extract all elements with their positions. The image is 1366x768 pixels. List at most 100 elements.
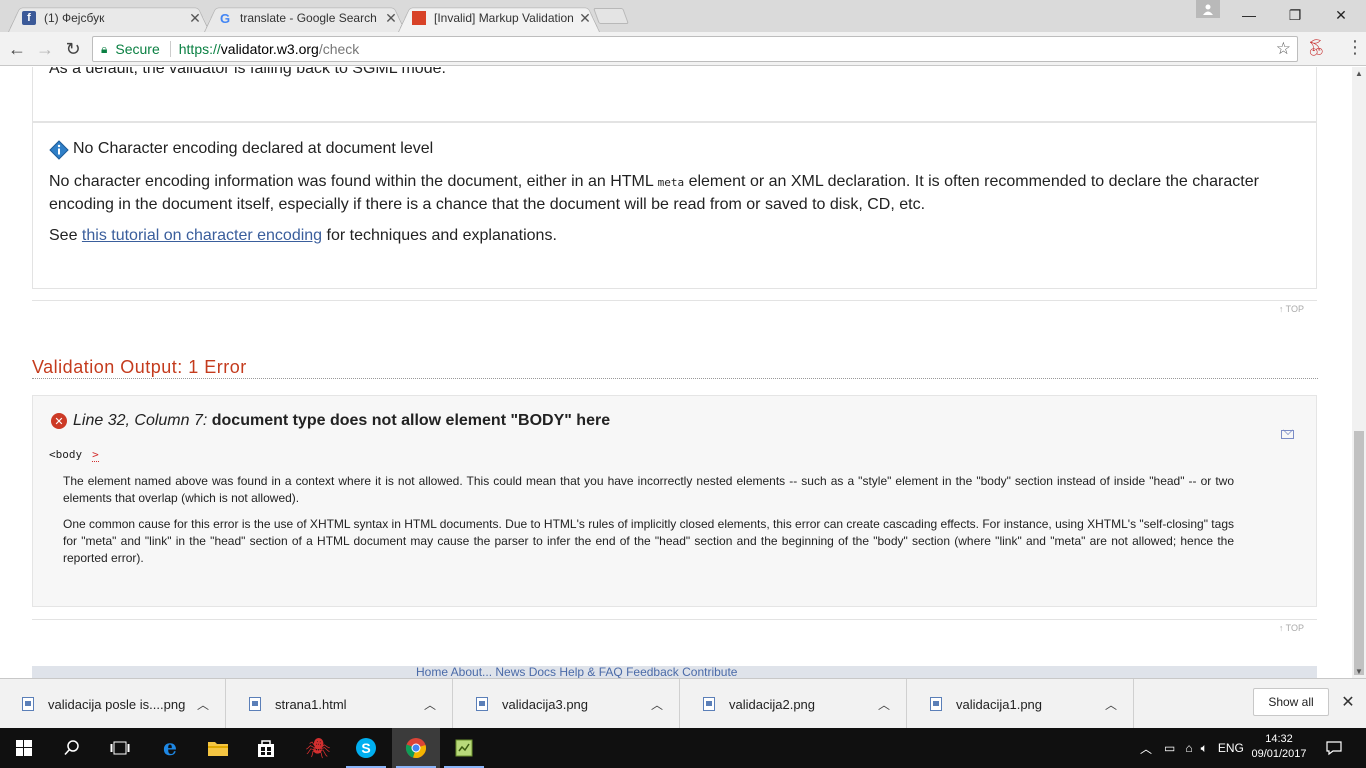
reload-icon[interactable]: ↻ bbox=[62, 38, 84, 60]
search-icon[interactable] bbox=[48, 728, 96, 768]
download-filename: validacija posle is....png bbox=[48, 696, 186, 712]
tutorial-link[interactable]: this tutorial on character encoding bbox=[82, 227, 322, 244]
chevron-up-icon[interactable]: ︿ bbox=[424, 696, 436, 713]
top-link[interactable]: ↑ TOP bbox=[1279, 623, 1304, 633]
task-view-icon[interactable] bbox=[96, 728, 144, 768]
footer-links[interactable]: Home About... News Docs Help & FAQ Feedb… bbox=[32, 666, 1317, 678]
html-file-icon bbox=[249, 697, 261, 711]
chrome-icon[interactable] bbox=[392, 728, 440, 768]
windows-start-icon[interactable] bbox=[0, 728, 48, 768]
image-file-icon bbox=[930, 697, 942, 711]
chevron-up-icon[interactable]: ︿ bbox=[651, 696, 663, 713]
system-tray: ︿ ▭ ⌂ 🔈︎ ENG bbox=[1140, 728, 1244, 768]
error-location: Line 32, Column 7 bbox=[73, 412, 203, 429]
w3c-icon bbox=[412, 11, 426, 25]
google-icon: G bbox=[219, 10, 231, 26]
scrollbar-thumb[interactable] bbox=[1354, 431, 1364, 675]
bookmark-star-icon[interactable]: ☆ bbox=[1276, 39, 1291, 59]
url-path: /check bbox=[318, 41, 360, 57]
error-explanation-2: One common cause for this error is the u… bbox=[63, 517, 1234, 565]
info-box-encoding: No Character encoding declared at docume… bbox=[32, 122, 1317, 289]
scroll-down-icon[interactable]: ▼ bbox=[1355, 667, 1363, 676]
show-all-button[interactable]: Show all bbox=[1253, 688, 1329, 716]
divider bbox=[32, 619, 1317, 620]
image-file-icon bbox=[703, 697, 715, 711]
chevron-up-icon[interactable]: ︿ bbox=[1105, 696, 1117, 713]
download-item[interactable]: validacija3.png ︿ bbox=[454, 679, 680, 729]
tab-google[interactable]: G translate - Google Search ✕ bbox=[204, 4, 406, 32]
tab-title: [Invalid] Markup Validation bbox=[434, 11, 574, 25]
error-icon: ✕ bbox=[51, 413, 67, 429]
notice-text: As a default, the validator is falling b… bbox=[49, 67, 446, 77]
tab-title: translate - Google Search bbox=[240, 11, 377, 25]
restore-button[interactable]: ❐ bbox=[1272, 0, 1318, 30]
error-box: ✕ Line 32, Column 7: document type does … bbox=[32, 395, 1317, 607]
download-item[interactable]: validacija1.png ︿ bbox=[908, 679, 1134, 729]
edge-icon[interactable]: e bbox=[146, 728, 194, 768]
new-tab-button[interactable] bbox=[593, 8, 629, 24]
file-explorer-icon[interactable] bbox=[194, 728, 242, 768]
page-viewport: As a default, the validator is falling b… bbox=[0, 67, 1352, 678]
download-item[interactable]: validacija2.png ︿ bbox=[681, 679, 907, 729]
download-item[interactable]: validacija posle is....png ︿ bbox=[0, 679, 226, 729]
mail-icon[interactable] bbox=[1281, 430, 1294, 439]
notifications-icon[interactable] bbox=[1310, 728, 1358, 768]
footer-nav: Home About... News Docs Help & FAQ Feedb… bbox=[32, 666, 1317, 678]
language-indicator[interactable]: ENG bbox=[1218, 741, 1244, 755]
close-download-bar-icon[interactable]: ✕ bbox=[1340, 692, 1356, 712]
download-filename: validacija2.png bbox=[729, 696, 816, 712]
address-bar[interactable]: 🔒︎ Secure https://validator.w3.org/check… bbox=[92, 36, 1298, 62]
profile-icon[interactable] bbox=[1196, 0, 1220, 18]
browser-toolbar: ← → ↻ 🔒︎ Secure https://validator.w3.org… bbox=[0, 32, 1366, 66]
info-title: No Character encoding declared at docume… bbox=[73, 140, 434, 157]
tab-validator[interactable]: [Invalid] Markup Validation ✕ bbox=[398, 4, 600, 32]
image-file-icon bbox=[22, 697, 34, 711]
chevron-up-icon[interactable]: ︿ bbox=[1140, 740, 1152, 757]
close-icon[interactable]: ✕ bbox=[188, 10, 202, 27]
forward-icon[interactable]: → bbox=[34, 38, 56, 60]
info-paragraph: No character encoding information was fo… bbox=[49, 173, 1259, 213]
close-icon[interactable]: ✕ bbox=[384, 10, 398, 27]
battery-icon[interactable]: ▭ bbox=[1164, 741, 1175, 755]
clock-time: 14:32 bbox=[1265, 733, 1293, 745]
url-scheme: https:// bbox=[178, 41, 221, 57]
clock-date: 09/01/2017 bbox=[1251, 748, 1307, 760]
secure-label: Secure bbox=[115, 41, 160, 57]
volume-icon[interactable]: 🔈︎ bbox=[1201, 741, 1208, 756]
tab-title: (1) Фејсбук bbox=[44, 11, 105, 25]
clock[interactable]: 14:32 09/01/2017 bbox=[1248, 732, 1310, 762]
url-host: validator.w3.org bbox=[220, 41, 319, 57]
tab-strip: f (1) Фејсбук ✕ G translate - Google Sea… bbox=[0, 0, 1366, 32]
meta-code: meta bbox=[657, 176, 685, 189]
close-icon[interactable]: ✕ bbox=[578, 10, 592, 27]
notepad-icon[interactable] bbox=[440, 728, 488, 768]
chevron-up-icon[interactable]: ︿ bbox=[197, 696, 209, 713]
download-filename: validacija1.png bbox=[956, 696, 1043, 712]
info-tutorial-line: See this tutorial on character encoding … bbox=[49, 227, 557, 244]
top-link[interactable]: ↑ TOP bbox=[1279, 304, 1304, 314]
download-item[interactable]: strana1.html ︿ bbox=[227, 679, 453, 729]
close-window-button[interactable]: ✕ bbox=[1318, 0, 1364, 30]
notice-box-sgml: As a default, the validator is falling b… bbox=[32, 67, 1317, 122]
scroll-up-icon[interactable]: ▲ bbox=[1355, 69, 1363, 78]
minimize-button[interactable]: — bbox=[1226, 0, 1272, 30]
chevron-up-icon[interactable]: ︿ bbox=[878, 696, 890, 713]
error-marker: > bbox=[92, 448, 99, 462]
store-icon[interactable] bbox=[242, 728, 290, 768]
divider bbox=[32, 300, 1317, 301]
windows-taskbar: e 🕷︎ S ︿ ▭ ⌂ 🔈︎ ENG 14:32 09/01/2017 bbox=[0, 728, 1366, 768]
back-icon[interactable]: ← bbox=[6, 38, 28, 60]
menu-icon[interactable]: ⋮ bbox=[1346, 37, 1364, 57]
tab-facebook[interactable]: f (1) Фејсбук ✕ bbox=[8, 4, 210, 32]
image-file-icon bbox=[476, 697, 488, 711]
extension-icon[interactable]: 🍒︎ bbox=[1306, 38, 1326, 58]
lock-icon: 🔒︎ bbox=[101, 41, 108, 56]
app-icon[interactable]: 🕷︎ bbox=[294, 728, 342, 768]
svg-text:S: S bbox=[361, 740, 370, 756]
section-title: Validation Output: 1 Error bbox=[32, 357, 1318, 379]
network-icon[interactable]: ⌂ bbox=[1185, 741, 1192, 755]
vertical-scrollbar[interactable]: ▲ ▼ bbox=[1352, 67, 1366, 678]
download-bar: validacija posle is....png ︿ strana1.htm… bbox=[0, 678, 1366, 729]
skype-icon[interactable]: S bbox=[342, 728, 390, 768]
error-heading: Line 32, Column 7: document type does no… bbox=[73, 412, 611, 429]
